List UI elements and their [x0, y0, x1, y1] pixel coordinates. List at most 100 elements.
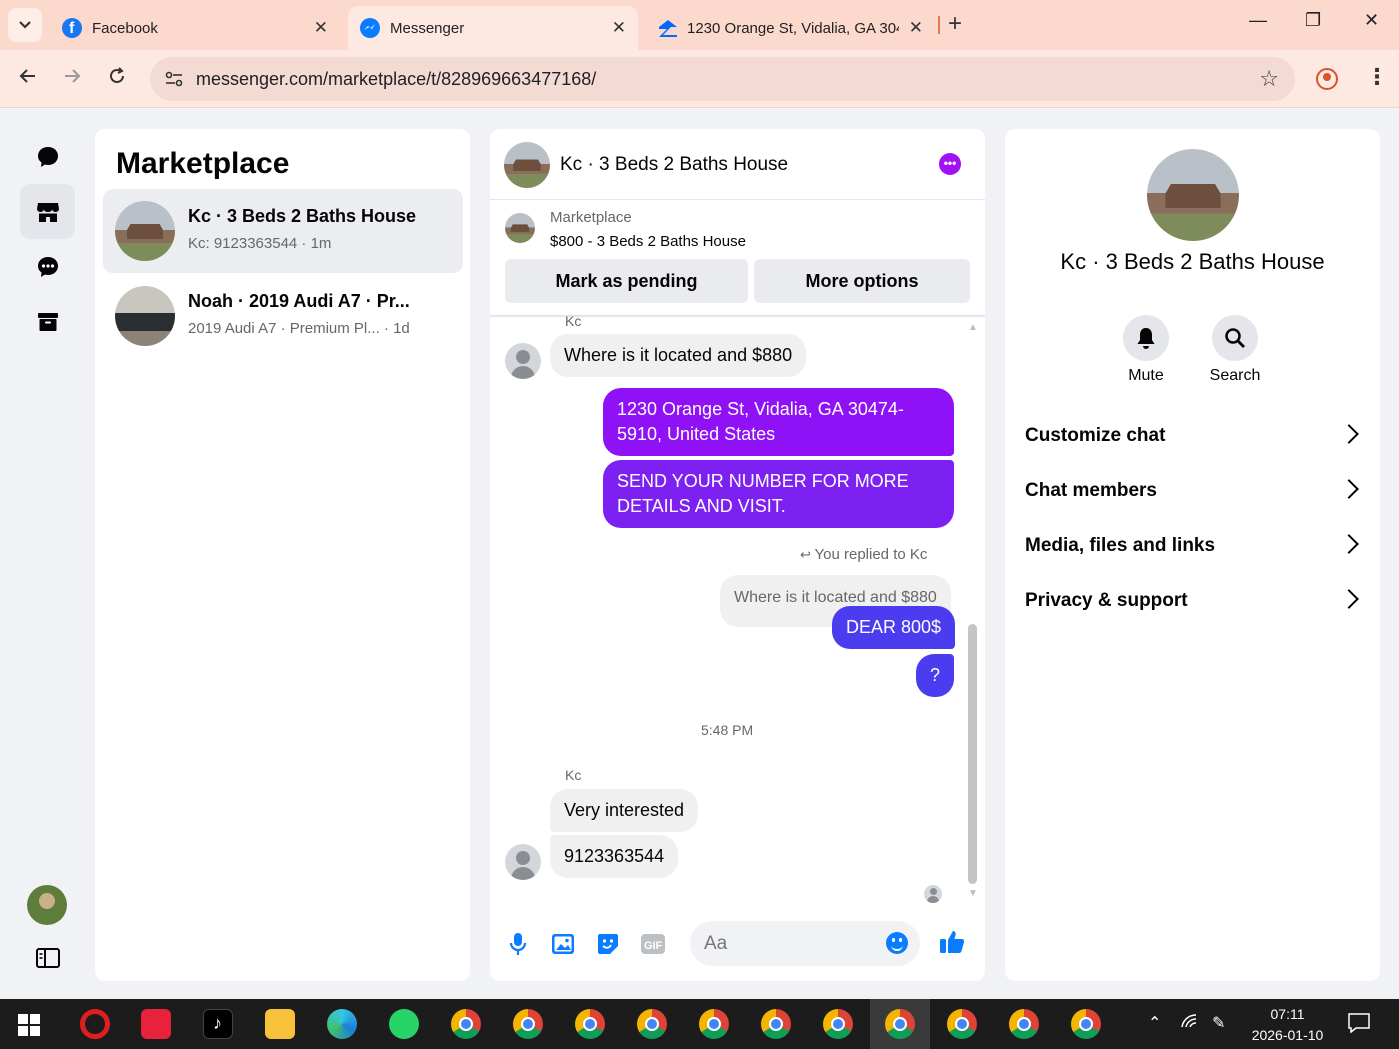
reload-icon [110, 67, 124, 83]
reload-button[interactable] [107, 66, 127, 92]
rail-toggle-sidebar[interactable] [20, 930, 75, 985]
tab-messenger[interactable]: Messenger ✕ [348, 6, 638, 50]
message-input[interactable] [704, 931, 874, 956]
outgoing-message[interactable]: 1230 Orange St, Vidalia, GA 30474-5910, … [603, 388, 954, 456]
back-button[interactable] [18, 66, 38, 92]
tab-zillow[interactable]: 1230 Orange St, Vidalia, GA 304 ✕ [645, 6, 935, 50]
restore-button[interactable]: ❐ [1305, 10, 1321, 31]
minimize-button[interactable]: — [1249, 10, 1267, 31]
whatsapp-icon[interactable] [389, 1009, 419, 1039]
user-avatar[interactable] [27, 885, 67, 925]
page-title: Marketplace [116, 147, 290, 180]
rail-archive[interactable] [20, 294, 75, 349]
tab-search-button[interactable] [8, 8, 42, 42]
chrome-icon[interactable] [1009, 1009, 1039, 1039]
chrome-icon[interactable] [637, 1009, 667, 1039]
tiktok-icon[interactable]: ♪ [203, 1009, 233, 1039]
chat-avatar[interactable] [504, 142, 550, 188]
menu-chat-members[interactable]: Chat members [1005, 467, 1380, 517]
outgoing-message[interactable]: SEND YOUR NUMBER FOR MORE DETAILS AND VI… [603, 460, 954, 528]
chrome-icon[interactable] [451, 1009, 481, 1039]
microphone-icon[interactable] [505, 931, 531, 957]
file-explorer-icon[interactable] [265, 1009, 295, 1039]
chrome-icon[interactable] [699, 1009, 729, 1039]
scroll-up-icon[interactable]: ▲ [968, 322, 978, 333]
image-icon[interactable] [550, 931, 576, 957]
like-icon[interactable] [938, 929, 964, 955]
outgoing-message[interactable]: ? [916, 654, 955, 697]
scroll-down-icon[interactable]: ▼ [968, 888, 978, 899]
windows-start-icon[interactable] [18, 1014, 40, 1041]
message-sender: Kc [565, 313, 582, 329]
close-icon[interactable]: ✕ [909, 18, 923, 38]
conversation-preview: Kc: 9123363544 · 1m [188, 235, 332, 252]
sticker-icon[interactable] [595, 931, 621, 957]
listing-price[interactable]: $800 - 3 Beds 2 Baths House [550, 233, 746, 250]
incoming-message[interactable]: 9123363544 [550, 835, 679, 878]
conversation-item[interactable]: Kc · 3 Beds 2 Baths House Kc: 9123363544… [103, 189, 463, 273]
chrome-icon[interactable] [823, 1009, 853, 1039]
message-requests-icon [37, 256, 58, 277]
search-button[interactable] [1212, 315, 1258, 361]
mute-button[interactable] [1123, 315, 1169, 361]
mark-pending-button[interactable]: Mark as pending [505, 259, 748, 303]
seen-indicator [924, 885, 942, 903]
arrow-right-icon [65, 69, 81, 83]
tab-title: Messenger [390, 19, 465, 37]
scrollbar[interactable] [968, 624, 977, 884]
conversation-info-panel: Kc · 3 Beds 2 Baths House Mute Search Cu… [1005, 129, 1380, 981]
rail-marketplace[interactable] [20, 184, 75, 239]
more-options-button[interactable]: More options [754, 259, 970, 303]
chrome-icon[interactable] [885, 1009, 915, 1039]
incoming-message[interactable]: Very interested [550, 789, 699, 832]
forward-button[interactable] [62, 66, 82, 92]
contact-avatar [505, 844, 541, 880]
conversation-item[interactable]: Noah · 2019 Audi A7 · Pr... 2019 Audi A7… [103, 274, 463, 358]
bookmark-star-icon[interactable]: ☆ [1259, 66, 1279, 92]
mail-app-icon[interactable] [141, 1009, 171, 1039]
opera-icon[interactable] [80, 1009, 110, 1039]
chevron-up-icon[interactable]: ⌃ [1148, 1013, 1161, 1033]
close-icon[interactable]: ✕ [314, 18, 328, 38]
pen-icon[interactable]: ✎ [1212, 1013, 1225, 1033]
outgoing-message[interactable]: DEAR 800$ [832, 606, 956, 649]
address-bar[interactable]: messenger.com/marketplace/t/828969663477… [150, 57, 1295, 101]
tab-facebook[interactable]: f Facebook ✕ [50, 6, 340, 50]
more-icon[interactable]: ••• [939, 153, 961, 175]
menu-media-files-links[interactable]: Media, files and links [1005, 522, 1380, 572]
system-clock[interactable]: 07:11 2026-01-10 [1245, 1004, 1330, 1046]
incoming-message[interactable]: Where is it located and $880 [550, 334, 807, 377]
reply-note: ↩ You replied to Kc [800, 546, 927, 563]
chat-title[interactable]: Kc · 3 Beds 2 Baths House [560, 154, 788, 176]
chrome-icon[interactable] [947, 1009, 977, 1039]
chrome-icon[interactable] [1071, 1009, 1101, 1039]
message-sender: Kc [565, 767, 582, 783]
menu-customize-chat[interactable]: Customize chat [1005, 412, 1380, 462]
windows-taskbar: ♪ ⌃ ✎ 07:11 2026-01-10 [0, 999, 1399, 1049]
message-composer[interactable] [690, 921, 920, 966]
chrome-icon[interactable] [575, 1009, 605, 1039]
chevron-right-icon [1339, 479, 1359, 499]
chrome-icon[interactable] [513, 1009, 543, 1039]
url-text: messenger.com/marketplace/t/828969663477… [196, 69, 597, 89]
edge-icon[interactable] [327, 1009, 357, 1039]
notifications-icon[interactable] [1348, 1013, 1370, 1038]
close-icon[interactable]: ✕ [612, 18, 626, 38]
rail-chats[interactable] [20, 129, 75, 184]
browser-menu-icon[interactable]: ⋮ [1366, 64, 1388, 90]
chrome-icon[interactable] [761, 1009, 791, 1039]
rail-message-requests[interactable] [20, 239, 75, 294]
reply-arrow-icon: ↩ [800, 547, 815, 562]
profile-icon[interactable] [1316, 68, 1338, 90]
listing-source-label: Marketplace [550, 209, 632, 226]
menu-privacy-support[interactable]: Privacy & support [1005, 577, 1380, 627]
emoji-icon[interactable] [886, 932, 908, 954]
new-tab-button[interactable]: + [948, 10, 962, 38]
listing-thumbnail[interactable] [505, 213, 535, 243]
wifi-icon[interactable] [1180, 1013, 1198, 1034]
gif-icon[interactable]: GIF [640, 931, 666, 957]
site-settings-icon[interactable] [164, 69, 184, 89]
menu-label: Customize chat [1025, 425, 1166, 446]
window-close-button[interactable]: ✕ [1364, 10, 1379, 31]
info-avatar[interactable] [1147, 149, 1239, 241]
